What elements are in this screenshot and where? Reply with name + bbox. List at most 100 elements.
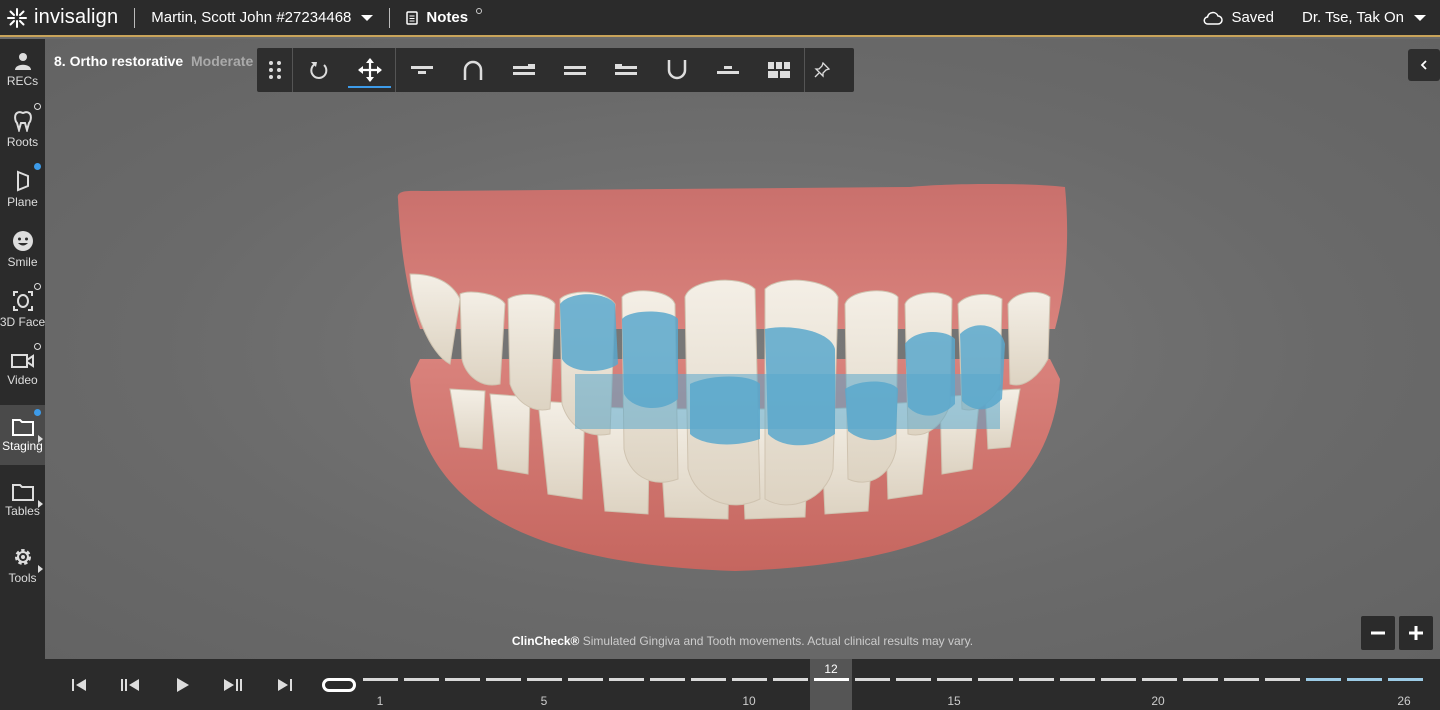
status-indicator bbox=[34, 343, 41, 350]
stage-segment[interactable] bbox=[568, 678, 603, 681]
stage-segment[interactable] bbox=[1265, 678, 1300, 681]
sidebar-item-smile[interactable]: Smile bbox=[0, 219, 45, 279]
asterisk-logo-icon bbox=[7, 7, 27, 28]
view-toolbar bbox=[257, 48, 854, 92]
stage-segment[interactable] bbox=[896, 678, 931, 681]
save-status: Saved bbox=[1203, 9, 1274, 26]
sidebar-item-label: Roots bbox=[6, 134, 39, 149]
zoom-out-button[interactable] bbox=[1361, 616, 1395, 650]
lower-arch-button[interactable] bbox=[651, 48, 702, 92]
sidebar-item-label: RECs bbox=[6, 73, 39, 88]
front-view-icon bbox=[563, 66, 586, 75]
move-button[interactable] bbox=[344, 48, 395, 92]
bottom-view-button[interactable] bbox=[702, 48, 753, 92]
dental-model[interactable] bbox=[390, 179, 1080, 579]
stage-segment[interactable] bbox=[1388, 678, 1423, 681]
stage-segment[interactable] bbox=[978, 678, 1013, 681]
stage-0-handle[interactable] bbox=[322, 678, 356, 692]
sidebar-item-tables[interactable]: Tables bbox=[0, 470, 45, 530]
stage-segment[interactable] bbox=[1101, 678, 1136, 681]
grid-view-icon bbox=[767, 62, 790, 78]
notes-indicator bbox=[476, 7, 483, 14]
notes-label: Notes bbox=[426, 9, 469, 26]
sidebar-item-label: Staging bbox=[2, 438, 43, 453]
sidebar-item-video[interactable]: Video bbox=[0, 339, 45, 399]
front-view-button[interactable] bbox=[549, 48, 600, 92]
upper-arch-button[interactable] bbox=[447, 48, 498, 92]
rotate-icon bbox=[309, 62, 327, 79]
stage-segment[interactable] bbox=[1142, 678, 1177, 681]
right-view-button[interactable] bbox=[498, 48, 549, 92]
sidebar-item-plane[interactable]: Plane bbox=[0, 159, 45, 219]
top-view-icon bbox=[410, 66, 433, 74]
pin-icon bbox=[814, 62, 830, 78]
stage-segment[interactable] bbox=[527, 678, 562, 681]
stage-segment[interactable] bbox=[445, 678, 480, 681]
move-icon bbox=[357, 58, 382, 82]
pin-button[interactable] bbox=[805, 48, 839, 92]
plus-icon bbox=[1409, 626, 1423, 640]
stage-segment[interactable] bbox=[691, 678, 726, 681]
disclaimer-brand: ClinCheck® bbox=[511, 634, 580, 648]
skip-to-end-icon[interactable] bbox=[273, 673, 297, 697]
stage-segment[interactable] bbox=[1183, 678, 1218, 681]
stage-segment[interactable] bbox=[1306, 678, 1341, 681]
sidebar-item-roots[interactable]: Roots bbox=[0, 99, 45, 159]
save-status-label: Saved bbox=[1231, 9, 1274, 26]
left-view-button[interactable] bbox=[600, 48, 651, 92]
tick-label: 26 bbox=[1397, 694, 1411, 708]
skip-to-start-icon[interactable] bbox=[67, 673, 91, 697]
face-scan-icon bbox=[12, 290, 33, 311]
sidebar-item-label: Tables bbox=[5, 503, 40, 518]
tooth-icon bbox=[13, 110, 32, 132]
patient-selector[interactable]: Martin, Scott John #27234468 bbox=[151, 9, 374, 26]
doctor-menu[interactable]: Dr. Tse, Tak On bbox=[1302, 9, 1426, 26]
stage-segment[interactable] bbox=[404, 678, 439, 681]
rotate-button[interactable] bbox=[293, 48, 344, 92]
folder-icon bbox=[11, 418, 34, 436]
3d-viewport[interactable]: 8. Ortho restorative Moderate ClinCheck®… bbox=[45, 39, 1440, 659]
disclaimer: ClinCheck® Simulated Gingiva and Tooth m… bbox=[45, 634, 1440, 648]
collapse-panel-button[interactable] bbox=[1408, 49, 1440, 81]
video-icon bbox=[10, 353, 34, 368]
stage-segment[interactable] bbox=[1060, 678, 1095, 681]
stage-segment[interactable] bbox=[732, 678, 767, 681]
step-forward-icon[interactable] bbox=[221, 673, 245, 697]
plane-icon bbox=[16, 170, 29, 191]
sidebar-item-label: Video bbox=[7, 372, 38, 387]
stage-segment[interactable] bbox=[1019, 678, 1054, 681]
sidebar-item-recs[interactable]: RECs bbox=[0, 39, 45, 99]
chevron-right-icon bbox=[38, 435, 43, 443]
drag-handle-icon[interactable] bbox=[257, 48, 292, 92]
stage-segment[interactable] bbox=[814, 678, 849, 681]
left-sidebar: RECs Roots Plane Smile 3D Face Video Sta… bbox=[0, 39, 45, 710]
stage-segment[interactable] bbox=[1224, 678, 1259, 681]
stage-segment[interactable] bbox=[609, 678, 644, 681]
header-divider bbox=[134, 7, 136, 28]
grid-view-button[interactable] bbox=[753, 48, 804, 92]
status-indicator bbox=[34, 409, 41, 416]
sidebar-item-tools[interactable]: Tools bbox=[0, 535, 45, 595]
stage-segment[interactable] bbox=[937, 678, 972, 681]
sidebar-item-staging[interactable]: Staging bbox=[0, 405, 45, 465]
sidebar-item-label: Smile bbox=[7, 254, 38, 269]
patient-name: Martin, Scott John #27234468 bbox=[151, 9, 352, 26]
stage-segment[interactable] bbox=[650, 678, 685, 681]
document-icon bbox=[406, 10, 419, 25]
header-divider bbox=[389, 7, 391, 28]
stage-segment[interactable] bbox=[773, 678, 808, 681]
play-icon[interactable] bbox=[170, 673, 194, 697]
top-view-button[interactable] bbox=[396, 48, 447, 92]
stage-segment[interactable] bbox=[486, 678, 521, 681]
step-back-icon[interactable] bbox=[118, 673, 142, 697]
sidebar-item-label: 3D Face bbox=[0, 314, 46, 329]
stage-segment[interactable] bbox=[1347, 678, 1382, 681]
stage-segment[interactable] bbox=[855, 678, 890, 681]
stage-player: 12 1 5 10 15 20 26 bbox=[45, 659, 1440, 710]
sidebar-item-3d-face[interactable]: 3D Face bbox=[0, 279, 45, 339]
notes-button[interactable]: Notes bbox=[406, 7, 483, 26]
left-view-icon bbox=[614, 64, 637, 75]
stage-segment[interactable] bbox=[363, 678, 398, 681]
smile-icon bbox=[12, 230, 33, 251]
zoom-in-button[interactable] bbox=[1399, 616, 1433, 650]
